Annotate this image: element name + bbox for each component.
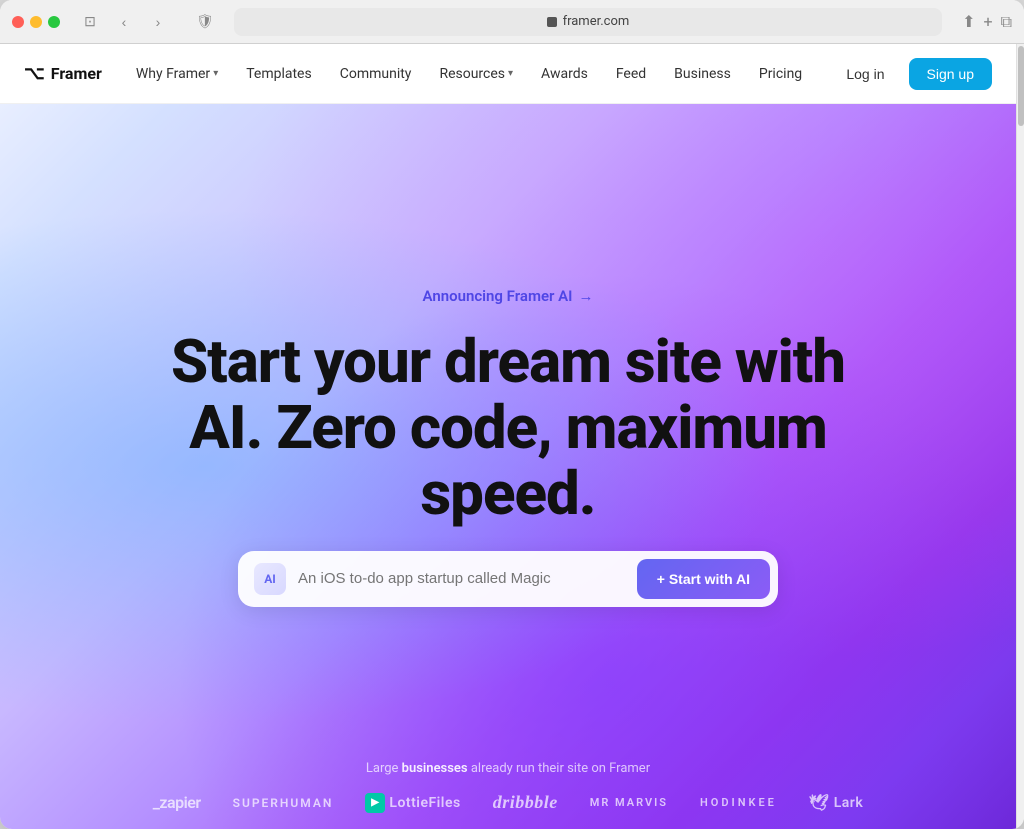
nav-templates[interactable]: Templates [232, 58, 326, 90]
brands-label-suffix: already run their site on Framer [468, 761, 651, 776]
brands-label-bold: businesses [402, 761, 468, 776]
announcement-arrow-icon: → [579, 287, 594, 305]
login-button[interactable]: Log in [830, 58, 900, 90]
nav-links: Why Framer ▾ Templates Community Resourc… [122, 58, 831, 90]
brand-zapier: _zapier [153, 793, 201, 812]
logo-link[interactable]: ⌥ Framer [24, 63, 102, 84]
nav-why-framer[interactable]: Why Framer ▾ [122, 58, 232, 90]
ai-prompt-input[interactable] [298, 570, 625, 587]
nav-resources[interactable]: Resources ▾ [425, 58, 527, 90]
nav-actions: Log in Sign up [830, 58, 992, 90]
ai-input-container: AI + Start with AI [238, 551, 778, 607]
browser-actions: ⬆ + ⧉ [962, 12, 1012, 32]
traffic-lights [12, 16, 60, 28]
address-bar[interactable]: framer.com [234, 8, 942, 36]
hero-section: Announcing Framer AI → Start your dream … [0, 104, 1016, 829]
lark-label: Lark [834, 795, 864, 811]
feed-label: Feed [616, 66, 646, 82]
nav-awards[interactable]: Awards [527, 58, 602, 90]
framer-logo-icon: ⌥ [24, 63, 45, 84]
navbar: ⌥ Framer Why Framer ▾ Templates Communit… [0, 44, 1016, 104]
browser-window: ⊡ ‹ › 🛡 framer.com ⬆ + ⧉ ⌥ Framer [0, 0, 1024, 829]
brands-label-prefix: Large [366, 761, 402, 776]
browser-content: ⌥ Framer Why Framer ▾ Templates Communit… [0, 44, 1024, 829]
lottiefiles-label: LottieFiles [389, 795, 460, 811]
logo-text: Framer [51, 64, 102, 83]
brand-mrmarvis: MR MARVIS [590, 796, 668, 809]
brand-lottiefiles: ▶ LottieFiles [365, 793, 460, 813]
hero-content: Announcing Framer AI → Start your dream … [158, 287, 858, 607]
maximize-button[interactable] [48, 16, 60, 28]
nav-pricing[interactable]: Pricing [745, 58, 816, 90]
brand-superhuman: SUPERHUMAN [233, 796, 334, 810]
minimize-button[interactable] [30, 16, 42, 28]
ai-logo-icon: AI [254, 563, 286, 595]
start-ai-button[interactable]: + Start with AI [637, 559, 770, 599]
why-framer-label: Why Framer [136, 66, 210, 82]
brands-list: _zapier SUPERHUMAN ▶ LottieFiles dribbbl… [40, 792, 976, 813]
close-button[interactable] [12, 16, 24, 28]
resources-label: Resources [439, 66, 505, 82]
browser-titlebar: ⊡ ‹ › 🛡 framer.com ⬆ + ⧉ [0, 0, 1024, 44]
brand-hodinkee: HODINKEE [700, 796, 777, 809]
sidebar-toggle-button[interactable]: ⊡ [76, 8, 104, 36]
chevron-down-icon: ▾ [213, 68, 218, 79]
nav-community[interactable]: Community [326, 58, 426, 90]
signup-button[interactable]: Sign up [909, 58, 992, 90]
scrollbar-thumb[interactable] [1018, 46, 1024, 126]
browser-nav: ⊡ ‹ › [76, 8, 172, 36]
awards-label: Awards [541, 66, 588, 82]
nav-feed[interactable]: Feed [602, 58, 660, 90]
windows-icon[interactable]: ⧉ [1001, 12, 1012, 32]
page-area: ⌥ Framer Why Framer ▾ Templates Communit… [0, 44, 1016, 829]
lottiefiles-icon: ▶ [365, 793, 385, 813]
community-label: Community [340, 66, 412, 82]
announcement-link[interactable]: Announcing Framer AI → [423, 287, 594, 305]
url-text: framer.com [563, 14, 630, 29]
business-label: Business [674, 66, 731, 82]
shield-icon: 🛡 [196, 14, 214, 30]
announcement-text: Announcing Framer AI [423, 287, 573, 305]
brand-dribbble: dribbble [493, 792, 558, 813]
hero-title: Start your dream site with AI. Zero code… [158, 329, 858, 527]
scrollbar[interactable] [1016, 44, 1024, 829]
chevron-down-icon-2: ▾ [508, 68, 513, 79]
templates-label: Templates [246, 66, 312, 82]
back-button[interactable]: ‹ [110, 8, 138, 36]
pricing-label: Pricing [759, 66, 802, 82]
new-tab-icon[interactable]: + [983, 12, 992, 31]
nav-business[interactable]: Business [660, 58, 745, 90]
brands-label: Large businesses already run their site … [40, 761, 976, 776]
favicon-icon [547, 17, 557, 27]
share-icon[interactable]: ⬆ [962, 12, 975, 31]
forward-button[interactable]: › [144, 8, 172, 36]
brand-lark: 🕊 Lark [809, 793, 863, 812]
brands-section: Large businesses already run their site … [0, 745, 1016, 829]
lark-icon: 🕊 [809, 793, 830, 812]
